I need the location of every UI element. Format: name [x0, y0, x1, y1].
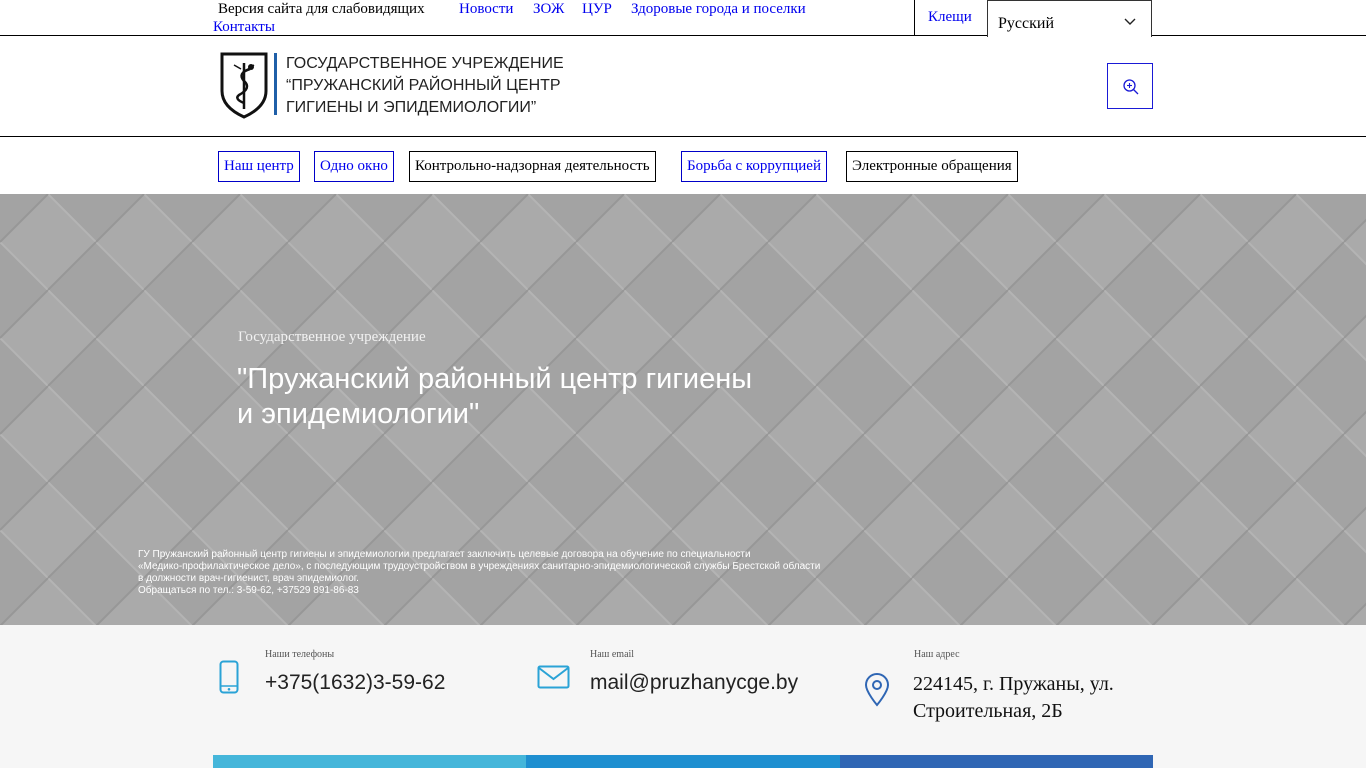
org-title-line: ГОСУДАРСТВЕННОЕ УЧРЕЖДЕНИЕ — [286, 55, 564, 72]
healthy-lifestyle-link[interactable]: ЗОЖ — [533, 1, 564, 18]
search-button[interactable] — [1107, 63, 1153, 109]
hero-subtitle: Государственное учреждение — [238, 329, 426, 345]
news-link[interactable]: Новости — [459, 1, 513, 18]
healthy-cities-link[interactable]: Здоровые города и поселки — [631, 1, 806, 18]
accent-strip-3 — [840, 755, 1153, 768]
main-nav: Наш центр Одно окно Контрольно-надзорная… — [0, 138, 1366, 194]
nav-supervision[interactable]: Контрольно-надзорная деятельность — [409, 151, 656, 182]
ticks-link[interactable]: Клещи — [928, 9, 972, 26]
hero-title: "Пружанский районный центр гигиены и эпи… — [237, 362, 837, 432]
nav-one-window[interactable]: Одно окно — [314, 151, 394, 182]
logo-shield-icon[interactable] — [219, 51, 269, 119]
phone-label: Наши телефоны — [265, 649, 335, 660]
language-selected: Русский — [998, 15, 1054, 32]
phone-value[interactable]: +375(1632)3-59-62 — [265, 671, 445, 695]
nav-our-center[interactable]: Наш центр — [218, 151, 300, 182]
org-title-line: ГИГИЕНЫ И ЭПИДЕМИОЛОГИИ” — [286, 99, 537, 116]
accent-strip-2 — [526, 755, 840, 768]
email-value[interactable]: mail@pruzhanycge.by — [590, 671, 798, 695]
contacts-link[interactable]: Контакты — [213, 19, 275, 36]
logo-divider — [274, 53, 277, 115]
hero-announcement: ГУ Пружанский районный центр гигиены и э… — [138, 549, 898, 597]
contacts-section: Наши телефоны +375(1632)3-59-62 Наш emai… — [0, 625, 1366, 768]
search-icon — [1123, 79, 1139, 95]
nav-e-appeals[interactable]: Электронные обращения — [846, 151, 1018, 182]
address-value: 224145, г. Пружаны, ул. Строительная, 2Б — [913, 671, 1173, 725]
hero-title-line: и эпидемиологии" — [237, 398, 480, 430]
mail-icon — [537, 665, 570, 689]
hero-title-line: "Пружанский районный центр гигиены — [237, 363, 753, 395]
address-line: 224145, г. Пружаны, ул. — [913, 673, 1114, 695]
ticks-link-container: Клещи — [914, 0, 987, 36]
nav-anti-corruption[interactable]: Борьба с коррупцией — [681, 151, 827, 182]
address-line: Строительная, 2Б — [913, 700, 1063, 722]
low-vision-link[interactable]: Версия сайта для слабовидящих — [218, 1, 425, 18]
phone-icon — [219, 660, 239, 694]
accent-strip-1 — [213, 755, 526, 768]
location-pin-icon — [864, 673, 890, 707]
org-title-line: “ПРУЖАНСКИЙ РАЙОННЫЙ ЦЕНТР — [286, 77, 561, 94]
email-label: Наш email — [590, 649, 635, 660]
organization-title[interactable]: ГОСУДАРСТВЕННОЕ УЧРЕЖДЕНИЕ “ПРУЖАНСКИЙ Р… — [286, 53, 586, 119]
announcement-line: «Медико-профилактическое дело», с послед… — [138, 561, 821, 572]
announcement-line: Обращаться по тел.: 3-59-62, +37529 891-… — [138, 585, 359, 596]
announcement-line: в должности врач-гигиенист, врач эпидеми… — [138, 573, 359, 584]
address-label: Наш адрес — [914, 649, 960, 660]
hero-banner: Государственное учреждение "Пружанский р… — [0, 194, 1366, 625]
site-header: ГОСУДАРСТВЕННОЕ УЧРЕЖДЕНИЕ “ПРУЖАНСКИЙ Р… — [0, 37, 1366, 137]
announcement-line: ГУ Пружанский районный центр гигиены и э… — [138, 549, 751, 560]
top-bar: Версия сайта для слабовидящих Новости ЗО… — [0, 0, 1366, 44]
sdg-link[interactable]: ЦУР — [582, 1, 612, 18]
chevron-down-icon — [1124, 18, 1136, 25]
